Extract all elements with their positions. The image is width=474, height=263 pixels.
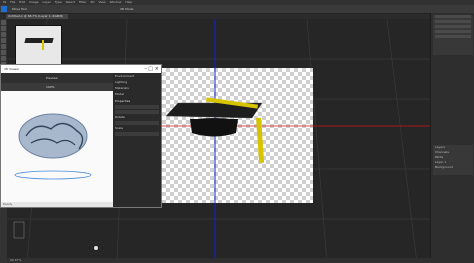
- layer-row[interactable]: Layer 1: [435, 160, 471, 164]
- panel-item-lighting[interactable]: Lighting: [115, 80, 159, 85]
- tab-paths[interactable]: Paths: [435, 155, 471, 159]
- eraser-tool-icon[interactable]: [1, 50, 6, 55]
- marquee-tool-icon[interactable]: [1, 26, 6, 31]
- panel-item-materials[interactable]: Materials: [115, 86, 159, 91]
- maximize-icon[interactable]: □: [148, 66, 153, 72]
- crop-tool-icon[interactable]: [1, 38, 6, 43]
- options-bar: Move Tool 3D Mode: [0, 5, 474, 14]
- zoom-bar: 100%: [1, 83, 113, 91]
- preview-pane[interactable]: Preview 100% Ready: [1, 73, 115, 207]
- panel-item-scale[interactable]: Scale: [115, 126, 159, 131]
- right-panels: Layers Channels Paths Layer 1 Background: [430, 13, 474, 263]
- brain-model-preview: [14, 113, 92, 180]
- property-field[interactable]: [115, 105, 159, 109]
- dialog-status: Ready: [1, 202, 115, 207]
- panel-item-environment[interactable]: Environment: [115, 74, 159, 79]
- preview-header: Preview: [1, 73, 113, 83]
- tassel-thumbnail: [42, 40, 44, 50]
- minimize-icon[interactable]: –: [145, 66, 148, 72]
- properties-panel: [433, 15, 473, 55]
- tool-label[interactable]: Move Tool: [12, 7, 27, 11]
- tab-channels[interactable]: Channels: [435, 150, 471, 154]
- dialog-side-panel: Environment Lighting Materials Model Pro…: [113, 73, 161, 207]
- navigator-thumbnail[interactable]: [15, 25, 62, 65]
- document-canvas[interactable]: [162, 68, 313, 203]
- brush-tool-icon[interactable]: [1, 44, 6, 49]
- tab-layers[interactable]: Layers: [435, 145, 471, 149]
- app-logo-icon: [1, 6, 7, 12]
- 3d-viewer-dialog[interactable]: 3D Viewer – □ × Preview 100% Ready Envir…: [0, 64, 162, 208]
- status-bar: 66.67%: [7, 258, 433, 263]
- mode-label[interactable]: 3D Mode: [120, 7, 133, 11]
- zoom-level[interactable]: 100%: [46, 85, 55, 89]
- layers-panel: Layers Channels Paths Layer 1 Background: [433, 145, 473, 175]
- property-field[interactable]: [115, 110, 159, 114]
- layer-row[interactable]: Background: [435, 165, 471, 169]
- panel-item-rotate[interactable]: Rotate: [115, 115, 159, 120]
- preview-label: Preview: [46, 76, 58, 80]
- property-field[interactable]: [115, 121, 159, 125]
- lasso-tool-icon[interactable]: [1, 32, 6, 37]
- property-field[interactable]: [115, 132, 159, 136]
- hat-thumbnail: [24, 38, 54, 43]
- text-tool-icon[interactable]: [1, 56, 6, 61]
- panel-section-title: Properties: [115, 99, 131, 103]
- close-icon[interactable]: ×: [155, 66, 159, 72]
- move-tool-icon[interactable]: [1, 20, 6, 25]
- panel-item-model[interactable]: Model: [115, 92, 159, 97]
